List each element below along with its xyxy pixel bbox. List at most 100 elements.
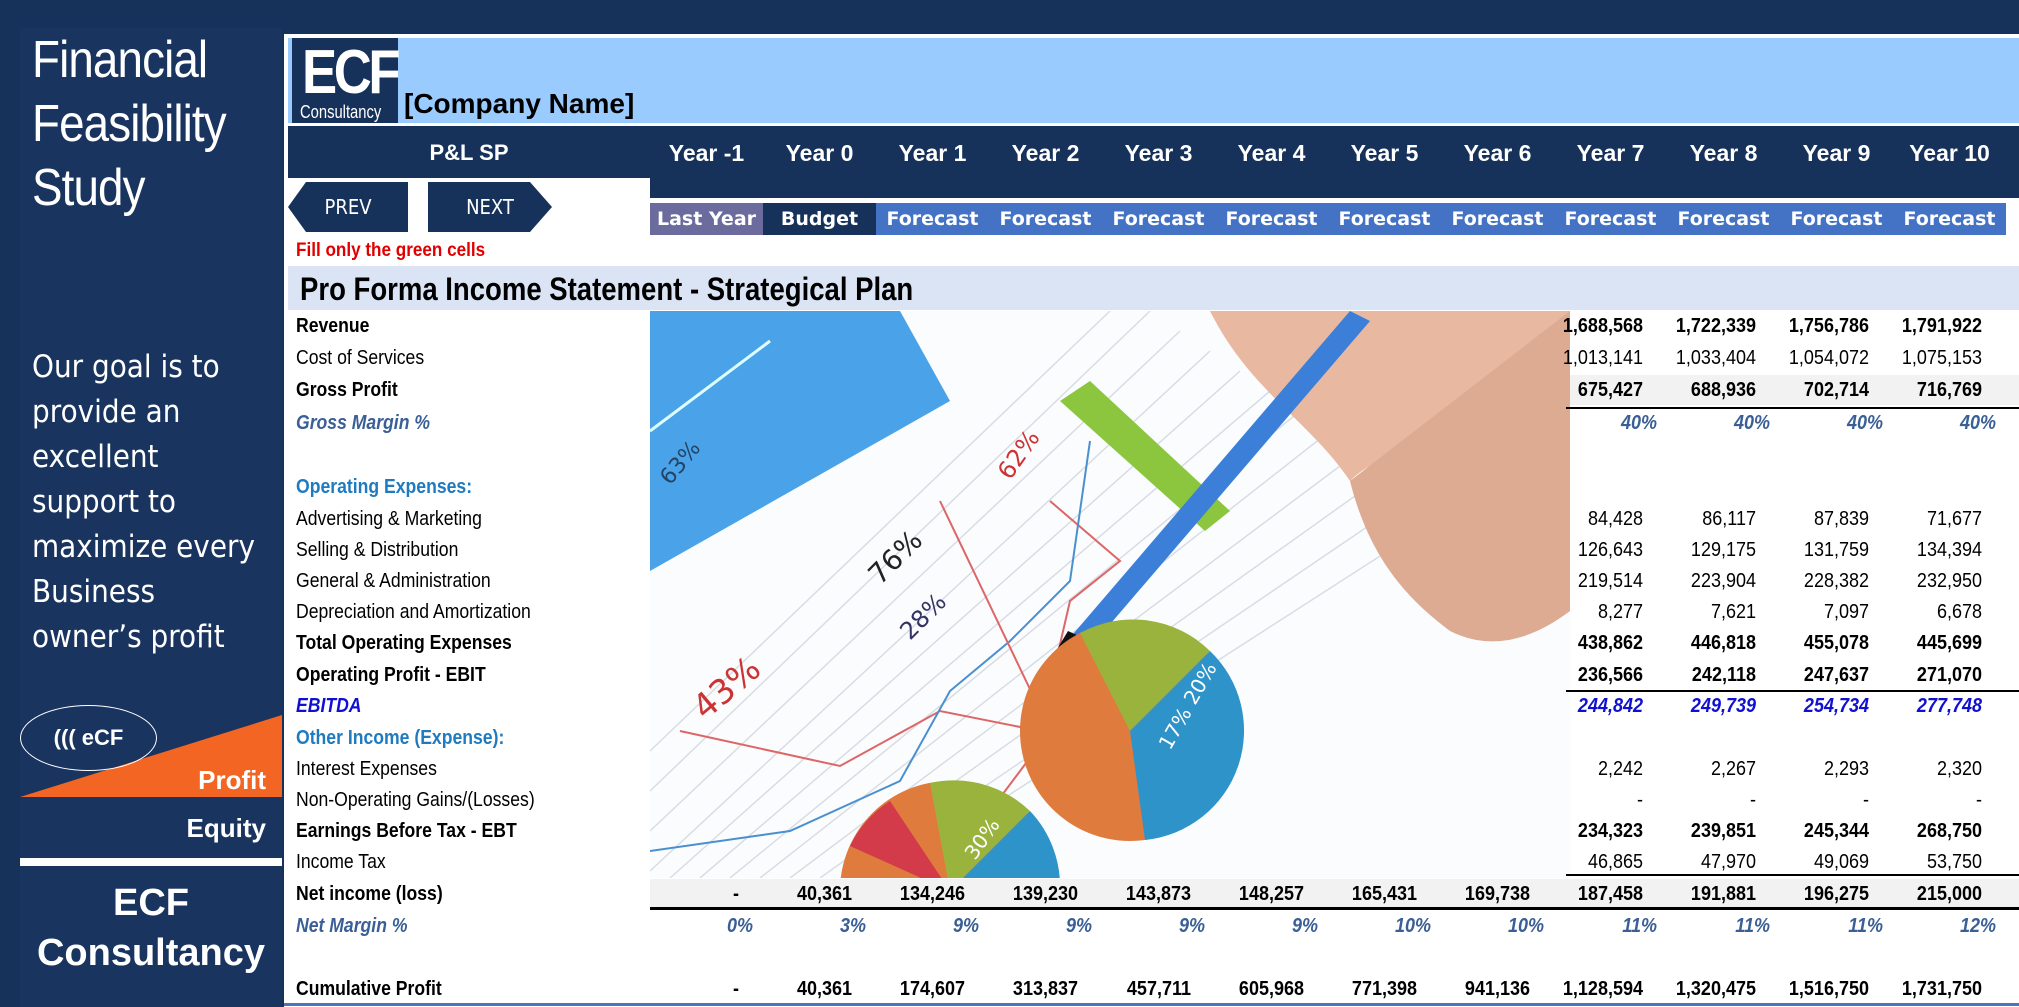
goal-line: Business: [32, 574, 156, 610]
side-title-line: Study: [32, 159, 146, 217]
row-value: 2,267: [1710, 758, 1756, 780]
statement-title: Pro Forma Income Statement - Strategical…: [300, 271, 914, 307]
row-value: 236,566: [1577, 664, 1643, 686]
sidebar-divider: [20, 858, 282, 866]
status-header: Forecast: [1215, 203, 1328, 235]
row-value[interactable]: 40,361: [762, 978, 852, 1001]
row-value: 445,699: [1916, 632, 1982, 654]
row-value: 131,759: [1803, 539, 1869, 561]
row-value[interactable]: 0%: [663, 915, 753, 938]
next-label: NEXT: [466, 195, 514, 219]
logo-subtext: Consultancy: [300, 102, 382, 122]
year-header: Year 1: [898, 140, 967, 166]
row-value: 40%: [1959, 412, 1996, 434]
sheet-label: P&L SP: [429, 140, 509, 165]
row-value: 941,136: [1464, 978, 1530, 1000]
ecf-consultancy-brand: ECF Consultancy: [20, 866, 282, 1007]
status-header: Forecast: [1780, 203, 1893, 235]
row-value: 84,428: [1587, 508, 1643, 530]
row-value: 249,739: [1690, 695, 1756, 717]
row-label: Revenue: [296, 315, 370, 337]
row-value: 87,839: [1813, 508, 1869, 530]
row-label: EBITDA: [296, 695, 362, 717]
net-income-underline: [650, 907, 2019, 910]
row-label: Operating Profit - EBIT: [296, 664, 486, 686]
row-label: Operating Expenses:: [296, 476, 473, 498]
row-label: Income Tax: [296, 851, 386, 873]
row-value: 191,881: [1690, 883, 1756, 905]
year-header: Year 4: [1237, 140, 1306, 166]
goal-statement: Our goal is to provide an excellent supp…: [32, 345, 257, 660]
row-value: 1,731,750: [1901, 978, 1982, 1000]
row-value: 2,320: [1936, 758, 1982, 780]
row-value[interactable]: 40,361: [762, 883, 852, 906]
row-label: Cost of Services: [296, 347, 425, 369]
row-value: 675,427: [1577, 379, 1643, 401]
prev-label: PREV: [324, 195, 372, 219]
row-value: 148,257: [1238, 883, 1304, 905]
row-value: 86,117: [1702, 508, 1756, 530]
row-value: 11%: [1848, 915, 1883, 937]
row-value: 134,246: [899, 883, 965, 905]
row-value: 139,230: [1012, 883, 1078, 905]
row-label: Net Margin %: [296, 915, 408, 937]
side-title-line: Feasibility: [32, 95, 227, 153]
row-value: 271,070: [1916, 664, 1982, 686]
row-value: 8,277: [1597, 601, 1643, 623]
row-value: 1,033,404: [1675, 347, 1756, 369]
year-header: Year 6: [1463, 140, 1532, 166]
row-label: General & Administration: [296, 570, 491, 592]
row-value: 247,637: [1803, 664, 1869, 686]
row-value: 254,734: [1803, 695, 1869, 717]
side-title-line: Financial: [32, 31, 208, 89]
row-value: 268,750: [1916, 820, 1982, 842]
row-value: 169,738: [1464, 883, 1530, 905]
row-label: Depreciation and Amortization: [296, 601, 531, 623]
row-value: 1,722,339: [1675, 315, 1756, 337]
row-value: 53,750: [1926, 851, 1982, 873]
next-button[interactable]: NEXT: [428, 182, 552, 232]
year-header: Year 2: [1011, 140, 1080, 166]
fill-instruction: Fill only the green cells: [296, 240, 486, 261]
goal-line: support to: [32, 484, 176, 520]
row-value: 165,431: [1351, 883, 1417, 905]
row-value[interactable]: -: [649, 883, 739, 906]
row-value: -: [1862, 789, 1869, 811]
row-value: 1,688,568: [1562, 315, 1643, 337]
profit-label: Profit: [198, 765, 266, 795]
prev-button[interactable]: PREV: [288, 182, 408, 232]
row-value: 605,968: [1238, 978, 1304, 1000]
status-header: Forecast: [1441, 203, 1554, 235]
row-value: 1,516,750: [1788, 978, 1869, 1000]
row-label: Gross Margin %: [296, 412, 430, 434]
row-value[interactable]: 3%: [776, 915, 866, 938]
row-value: 771,398: [1351, 978, 1417, 1000]
year-header: Year 5: [1350, 140, 1419, 166]
company-name[interactable]: [Company Name]: [404, 88, 634, 120]
income-tax-underline: [1566, 874, 2019, 876]
year-header: Year 7: [1576, 140, 1645, 166]
row-value: 47,970: [1700, 851, 1756, 873]
row-value: 457,711: [1126, 978, 1191, 1000]
row-value: 10%: [1394, 915, 1431, 937]
side-title: Financial Feasibility Study: [32, 28, 227, 220]
row-value: 6,678: [1936, 601, 1982, 623]
row-label: Non-Operating Gains/(Losses): [296, 789, 535, 811]
row-value: 239,851: [1690, 820, 1756, 842]
year-header: Year 3: [1124, 140, 1193, 166]
row-value: 232,950: [1916, 570, 1982, 592]
row-value: 446,818: [1690, 632, 1756, 654]
row-value: 1,320,475: [1675, 978, 1756, 1000]
status-header: Forecast: [1328, 203, 1441, 235]
brand-line: ECF: [113, 882, 189, 924]
row-value: 702,714: [1803, 379, 1869, 401]
row-value: 1,756,786: [1788, 315, 1869, 337]
row-value[interactable]: -: [649, 978, 739, 1001]
row-label: Advertising & Marketing: [296, 508, 482, 530]
goal-line: provide an: [32, 394, 181, 430]
row-value: 228,382: [1803, 570, 1869, 592]
row-value: 126,643: [1577, 539, 1643, 561]
row-value: 12%: [1959, 915, 1996, 937]
brand-line: Consultancy: [36, 932, 266, 974]
row-value: 71,677: [1926, 508, 1982, 530]
